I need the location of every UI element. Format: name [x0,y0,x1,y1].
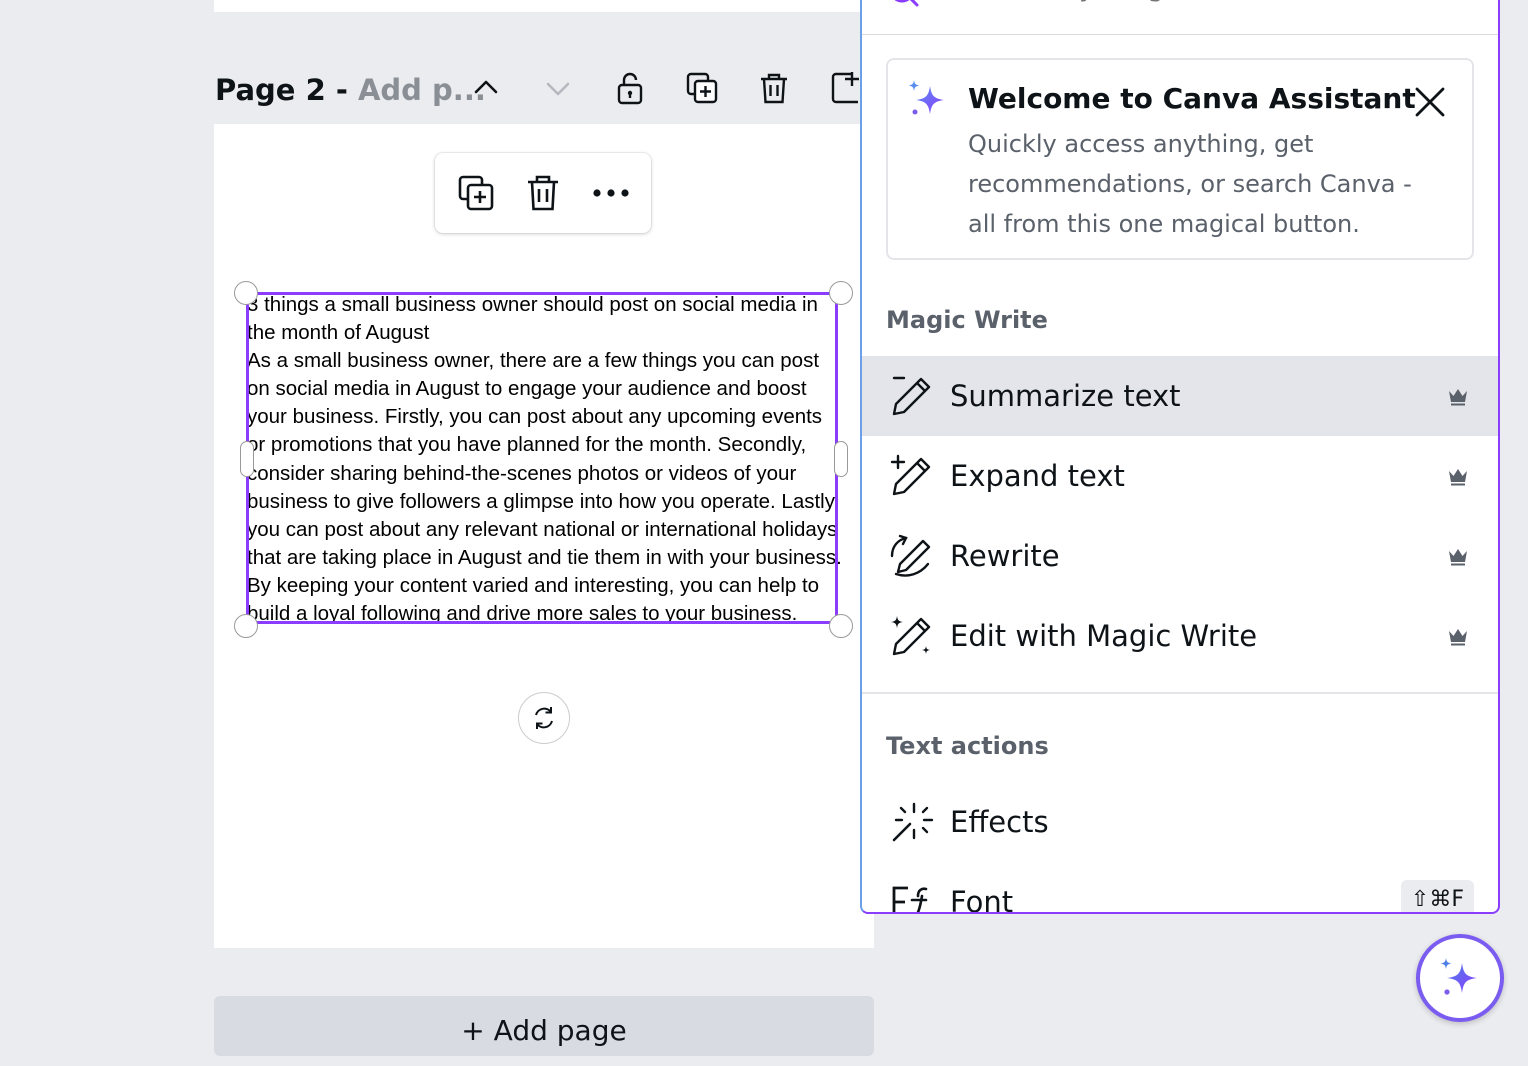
add-page-button[interactable]: + Add page [214,996,874,1056]
welcome-card: Welcome to Canva Assistant Quickly acces… [886,58,1474,260]
effects-icon [892,802,934,842]
move-page-down-button[interactable] [538,68,578,108]
keyboard-shortcut: ⇧⌘F [1400,880,1474,912]
menu-item-effects[interactable]: Effects [862,782,1498,862]
page-number: Page 2 - [215,73,358,107]
assistant-panel: Welcome to Canva Assistant Quickly acces… [860,0,1500,914]
text-element-selection[interactable] [246,292,838,624]
trash-icon [528,175,558,211]
rotate-handle[interactable] [518,692,570,744]
menu-item-label: Rewrite [950,539,1060,573]
resize-handle-right[interactable] [834,441,848,477]
page-title[interactable]: Page 2 - Add p... [215,70,486,110]
magic-pencil-icon [891,616,931,656]
pencil-plus-icon [890,454,931,496]
menu-item-edit-with-magic-write[interactable]: Edit with Magic Write [862,596,1498,676]
sparkle-icon [1440,958,1477,995]
menu-item-expand-text[interactable]: Expand text [862,436,1498,516]
move-page-up-button[interactable] [466,68,506,108]
magic-write-heading: Magic Write [886,306,1048,334]
element-toolbar [435,153,651,233]
delete-page-button[interactable] [754,68,794,108]
crown-icon [1449,549,1467,566]
unlock-icon [617,72,643,105]
font-icon [892,886,928,912]
menu-item-font[interactable]: Font ⇧⌘F [862,862,1498,914]
pencil-rewrite-icon [890,534,931,577]
welcome-title: Welcome to Canva Assistant [968,82,1416,115]
menu-item-rewrite[interactable]: Rewrite [862,516,1498,596]
assistant-search-input[interactable] [942,0,1446,8]
trash-icon [761,73,787,104]
resize-handle-top-left[interactable] [234,281,258,305]
delete-element-button[interactable] [521,171,565,215]
rotate-icon [535,707,553,729]
crown-icon [1449,469,1467,486]
crown-icon [1449,389,1467,406]
resize-handle-bottom-left[interactable] [234,614,258,638]
chevron-up-icon [474,80,498,94]
duplicate-icon [686,72,718,104]
duplicate-icon [458,175,494,211]
assistant-search-bar [862,0,1498,35]
resize-handle-left[interactable] [240,441,254,477]
pencil-lines-icon [892,376,931,416]
canva-assistant-button[interactable] [1416,934,1504,1022]
add-page-icon [831,72,859,104]
lock-page-button[interactable] [610,68,650,108]
menu-item-label: Edit with Magic Write [950,619,1258,653]
crown-icon [1449,629,1467,646]
menu-item-summarize-text[interactable]: Summarize text [862,356,1498,436]
resize-handle-top-right[interactable] [829,281,853,305]
sparkle-icon [908,80,944,115]
welcome-description: Quickly access anything, get recommendat… [968,130,1412,238]
menu-item-label: Summarize text [950,379,1181,413]
menu-item-label: Font [950,885,1014,914]
menu-item-label: Expand text [950,459,1125,493]
duplicate-page-button[interactable] [682,68,722,108]
close-icon [1415,87,1445,117]
section-divider [862,692,1498,694]
more-options-button[interactable] [589,171,633,215]
text-actions-heading: Text actions [886,732,1049,760]
page-1-canvas[interactable] [214,0,874,12]
search-icon [894,0,919,7]
close-welcome-button[interactable] [1410,82,1450,122]
more-horizontal-icon [593,189,629,197]
chevron-down-icon [546,82,570,96]
duplicate-element-button[interactable] [454,171,498,215]
menu-item-label: Effects [950,805,1049,839]
resize-handle-bottom-right[interactable] [829,614,853,638]
